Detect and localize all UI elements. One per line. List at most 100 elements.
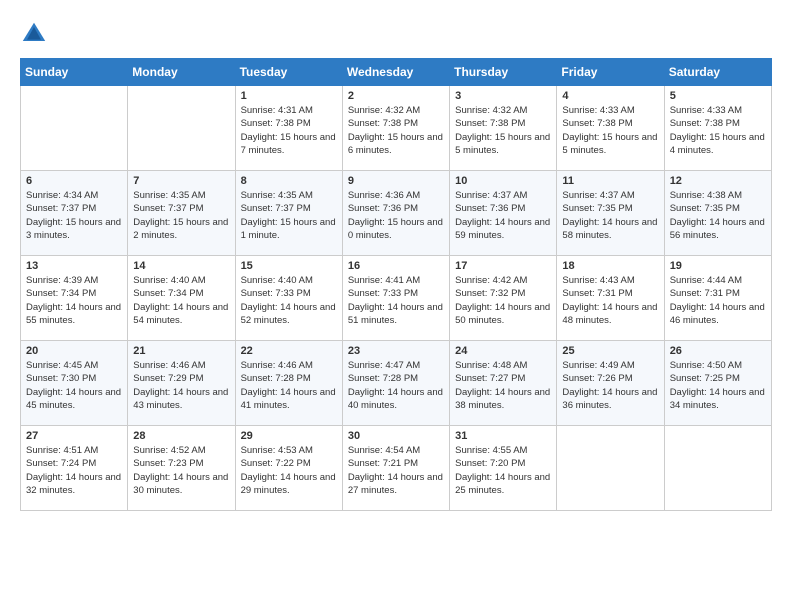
day-number: 14 bbox=[133, 260, 229, 272]
calendar-week-row: 13 Sunrise: 4:39 AM Sunset: 7:34 PM Dayli… bbox=[21, 256, 772, 341]
day-number: 9 bbox=[348, 175, 444, 187]
calendar-day-cell: 6 Sunrise: 4:34 AM Sunset: 7:37 PM Daylig… bbox=[21, 171, 128, 256]
calendar-body: 1Sunrise: 4:31 AM Sunset: 7:38 PM Daylig… bbox=[21, 86, 772, 511]
day-info: Sunrise: 4:33 AM Sunset: 7:38 PM Dayligh… bbox=[562, 104, 658, 157]
calendar-day-cell: 26Sunrise: 4:50 AM Sunset: 7:25 PM Dayli… bbox=[664, 341, 771, 426]
calendar-day-cell bbox=[21, 86, 128, 171]
calendar-day-cell: 18 Sunrise: 4:43 AM Sunset: 7:31 PM Dayli… bbox=[557, 256, 664, 341]
weekday-header-cell: Friday bbox=[557, 59, 664, 86]
calendar-day-cell bbox=[557, 426, 664, 511]
day-number: 11 bbox=[562, 175, 658, 187]
calendar-day-cell: 24 Sunrise: 4:48 AM Sunset: 7:27 PM Dayli… bbox=[450, 341, 557, 426]
weekday-header-cell: Thursday bbox=[450, 59, 557, 86]
day-number: 18 bbox=[562, 260, 658, 272]
day-number: 23 bbox=[348, 345, 444, 357]
calendar-day-cell: 20 Sunrise: 4:45 AM Sunset: 7:30 PM Dayli… bbox=[21, 341, 128, 426]
day-info: Sunrise: 4:36 AM Sunset: 7:36 PM Dayligh… bbox=[348, 189, 444, 242]
day-info: Sunrise: 4:44 AM Sunset: 7:31 PM Dayligh… bbox=[670, 274, 766, 327]
day-number: 29 bbox=[241, 430, 337, 442]
day-number: 6 bbox=[26, 175, 122, 187]
calendar-day-cell: 16 Sunrise: 4:41 AM Sunset: 7:33 PM Dayli… bbox=[342, 256, 449, 341]
day-info: Sunrise: 4:39 AM Sunset: 7:34 PM Dayligh… bbox=[26, 274, 122, 327]
calendar-day-cell: 13 Sunrise: 4:39 AM Sunset: 7:34 PM Dayli… bbox=[21, 256, 128, 341]
day-number: 16 bbox=[348, 260, 444, 272]
calendar-day-cell: 31 Sunrise: 4:55 AM Sunset: 7:20 PM Dayli… bbox=[450, 426, 557, 511]
day-number: 13 bbox=[26, 260, 122, 272]
day-number: 22 bbox=[241, 345, 337, 357]
day-info: Sunrise: 4:46 AM Sunset: 7:29 PM Dayligh… bbox=[133, 359, 229, 412]
day-info: Sunrise: 4:43 AM Sunset: 7:31 PM Dayligh… bbox=[562, 274, 658, 327]
day-number: 31 bbox=[455, 430, 551, 442]
calendar-day-cell: 8 Sunrise: 4:35 AM Sunset: 7:37 PM Daylig… bbox=[235, 171, 342, 256]
day-number: 17 bbox=[455, 260, 551, 272]
day-number: 21 bbox=[133, 345, 229, 357]
day-number: 20 bbox=[26, 345, 122, 357]
weekday-header-cell: Sunday bbox=[21, 59, 128, 86]
calendar-day-cell: 15 Sunrise: 4:40 AM Sunset: 7:33 PM Dayli… bbox=[235, 256, 342, 341]
day-number: 4 bbox=[562, 90, 658, 102]
calendar-day-cell: 28 Sunrise: 4:52 AM Sunset: 7:23 PM Dayli… bbox=[128, 426, 235, 511]
calendar-week-row: 1Sunrise: 4:31 AM Sunset: 7:38 PM Daylig… bbox=[21, 86, 772, 171]
day-number: 8 bbox=[241, 175, 337, 187]
day-number: 25 bbox=[562, 345, 658, 357]
calendar-day-cell: 27 Sunrise: 4:51 AM Sunset: 7:24 PM Dayli… bbox=[21, 426, 128, 511]
day-info: Sunrise: 4:32 AM Sunset: 7:38 PM Dayligh… bbox=[348, 104, 444, 157]
calendar-day-cell: 22 Sunrise: 4:46 AM Sunset: 7:28 PM Dayli… bbox=[235, 341, 342, 426]
day-info: Sunrise: 4:37 AM Sunset: 7:36 PM Dayligh… bbox=[455, 189, 551, 242]
day-info: Sunrise: 4:31 AM Sunset: 7:38 PM Dayligh… bbox=[241, 104, 337, 157]
calendar-day-cell: 17 Sunrise: 4:42 AM Sunset: 7:32 PM Dayli… bbox=[450, 256, 557, 341]
day-info: Sunrise: 4:40 AM Sunset: 7:33 PM Dayligh… bbox=[241, 274, 337, 327]
calendar-day-cell: 5Sunrise: 4:33 AM Sunset: 7:38 PM Daylig… bbox=[664, 86, 771, 171]
day-info: Sunrise: 4:49 AM Sunset: 7:26 PM Dayligh… bbox=[562, 359, 658, 412]
day-number: 10 bbox=[455, 175, 551, 187]
calendar-week-row: 6 Sunrise: 4:34 AM Sunset: 7:37 PM Daylig… bbox=[21, 171, 772, 256]
day-number: 26 bbox=[670, 345, 766, 357]
day-number: 19 bbox=[670, 260, 766, 272]
calendar-day-cell: 10 Sunrise: 4:37 AM Sunset: 7:36 PM Dayli… bbox=[450, 171, 557, 256]
weekday-header-cell: Tuesday bbox=[235, 59, 342, 86]
day-info: Sunrise: 4:54 AM Sunset: 7:21 PM Dayligh… bbox=[348, 444, 444, 497]
calendar-day-cell: 29 Sunrise: 4:53 AM Sunset: 7:22 PM Dayli… bbox=[235, 426, 342, 511]
day-number: 7 bbox=[133, 175, 229, 187]
day-number: 28 bbox=[133, 430, 229, 442]
weekday-header-cell: Saturday bbox=[664, 59, 771, 86]
calendar-week-row: 27 Sunrise: 4:51 AM Sunset: 7:24 PM Dayli… bbox=[21, 426, 772, 511]
day-info: Sunrise: 4:37 AM Sunset: 7:35 PM Dayligh… bbox=[562, 189, 658, 242]
calendar-day-cell: 7Sunrise: 4:35 AM Sunset: 7:37 PM Daylig… bbox=[128, 171, 235, 256]
calendar-day-cell: 12Sunrise: 4:38 AM Sunset: 7:35 PM Dayli… bbox=[664, 171, 771, 256]
calendar-day-cell: 23Sunrise: 4:47 AM Sunset: 7:28 PM Dayli… bbox=[342, 341, 449, 426]
day-info: Sunrise: 4:48 AM Sunset: 7:27 PM Dayligh… bbox=[455, 359, 551, 412]
calendar-day-cell: 4 Sunrise: 4:33 AM Sunset: 7:38 PM Daylig… bbox=[557, 86, 664, 171]
weekday-header-cell: Monday bbox=[128, 59, 235, 86]
calendar-week-row: 20 Sunrise: 4:45 AM Sunset: 7:30 PM Dayli… bbox=[21, 341, 772, 426]
day-number: 24 bbox=[455, 345, 551, 357]
day-info: Sunrise: 4:33 AM Sunset: 7:38 PM Dayligh… bbox=[670, 104, 766, 157]
day-info: Sunrise: 4:45 AM Sunset: 7:30 PM Dayligh… bbox=[26, 359, 122, 412]
day-info: Sunrise: 4:34 AM Sunset: 7:37 PM Dayligh… bbox=[26, 189, 122, 242]
day-number: 2 bbox=[348, 90, 444, 102]
logo bbox=[20, 20, 52, 48]
day-info: Sunrise: 4:35 AM Sunset: 7:37 PM Dayligh… bbox=[241, 189, 337, 242]
calendar-day-cell: 3Sunrise: 4:32 AM Sunset: 7:38 PM Daylig… bbox=[450, 86, 557, 171]
logo-icon bbox=[20, 20, 48, 48]
calendar-day-cell: 19 Sunrise: 4:44 AM Sunset: 7:31 PM Dayli… bbox=[664, 256, 771, 341]
calendar-table: SundayMondayTuesdayWednesdayThursdayFrid… bbox=[20, 58, 772, 511]
day-info: Sunrise: 4:46 AM Sunset: 7:28 PM Dayligh… bbox=[241, 359, 337, 412]
calendar-day-cell bbox=[664, 426, 771, 511]
day-info: Sunrise: 4:51 AM Sunset: 7:24 PM Dayligh… bbox=[26, 444, 122, 497]
calendar-day-cell: 25 Sunrise: 4:49 AM Sunset: 7:26 PM Dayli… bbox=[557, 341, 664, 426]
calendar-day-cell: 14Sunrise: 4:40 AM Sunset: 7:34 PM Dayli… bbox=[128, 256, 235, 341]
day-info: Sunrise: 4:52 AM Sunset: 7:23 PM Dayligh… bbox=[133, 444, 229, 497]
day-info: Sunrise: 4:55 AM Sunset: 7:20 PM Dayligh… bbox=[455, 444, 551, 497]
calendar-day-cell: 11 Sunrise: 4:37 AM Sunset: 7:35 PM Dayli… bbox=[557, 171, 664, 256]
weekday-header-row: SundayMondayTuesdayWednesdayThursdayFrid… bbox=[21, 59, 772, 86]
day-info: Sunrise: 4:42 AM Sunset: 7:32 PM Dayligh… bbox=[455, 274, 551, 327]
day-info: Sunrise: 4:41 AM Sunset: 7:33 PM Dayligh… bbox=[348, 274, 444, 327]
day-number: 27 bbox=[26, 430, 122, 442]
day-number: 15 bbox=[241, 260, 337, 272]
day-info: Sunrise: 4:53 AM Sunset: 7:22 PM Dayligh… bbox=[241, 444, 337, 497]
calendar-day-cell: 2 Sunrise: 4:32 AM Sunset: 7:38 PM Daylig… bbox=[342, 86, 449, 171]
day-number: 30 bbox=[348, 430, 444, 442]
day-info: Sunrise: 4:38 AM Sunset: 7:35 PM Dayligh… bbox=[670, 189, 766, 242]
day-info: Sunrise: 4:32 AM Sunset: 7:38 PM Dayligh… bbox=[455, 104, 551, 157]
